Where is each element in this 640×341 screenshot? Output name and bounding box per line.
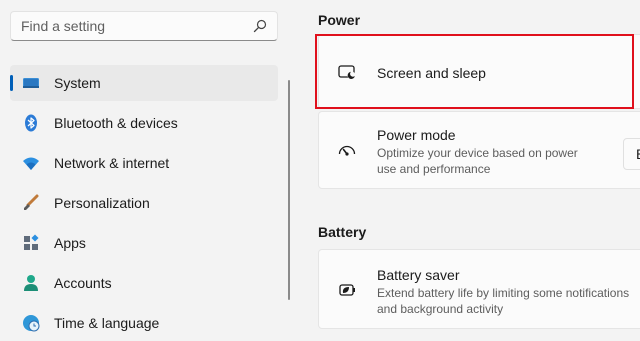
sidebar-item-personalization[interactable]: Personalization [10,185,278,221]
section-title-power: Power [318,12,361,28]
sidebar-item-apps[interactable]: Apps [10,225,278,261]
section-title-battery: Battery [318,224,367,240]
search-box[interactable] [10,11,278,41]
card-description: Extend battery life by limiting some not… [377,286,630,300]
pencil-brush-icon [24,194,39,210]
sidebar-item-label: System [54,75,101,91]
nav-scrollbar[interactable] [288,80,290,300]
card-description: Optimize your device based on power [377,146,578,160]
battery-saver-card[interactable]: Battery saver Extend battery life by lim… [318,249,640,329]
sidebar-item-label: Apps [54,235,86,251]
sidebar-item-label: Accounts [54,275,112,291]
sidebar-item-label: Network & internet [54,155,170,171]
search-icon[interactable] [253,19,267,33]
apps-grid-icon [24,234,39,250]
person-icon [24,275,38,291]
card-description: use and performance [377,162,491,176]
card-title: Power mode [377,127,456,143]
card-title: Battery saver [377,267,460,283]
sidebar-item-label: Time & language [54,315,160,331]
wifi-icon [23,157,39,170]
search-input[interactable] [11,12,257,40]
battery-leaf-icon [339,284,355,296]
sidebar-item-accounts[interactable]: Accounts [10,265,278,301]
sidebar-item-time-language[interactable]: Time & language [10,305,278,341]
selection-indicator [10,75,13,91]
sidebar-item-network[interactable]: Network & internet [10,145,278,181]
globe-clock-icon [23,315,40,332]
sidebar-item-label: Bluetooth & devices [54,115,178,131]
power-mode-dropdown[interactable]: B [623,138,640,170]
bluetooth-icon [25,114,37,132]
card-description: and background activity [377,302,504,316]
system-monitor-icon [23,78,39,88]
sidebar-item-system[interactable]: System [10,65,278,101]
card-title: Screen and sleep [377,65,486,81]
sidebar-item-label: Personalization [54,195,150,211]
screen-sleep-icon [338,65,356,80]
sidebar-item-bluetooth[interactable]: Bluetooth & devices [10,105,278,141]
gauge-icon [338,145,356,156]
power-mode-card: Power mode Optimize your device based on… [318,111,640,189]
screen-and-sleep-card[interactable]: Screen and sleep [318,34,640,109]
